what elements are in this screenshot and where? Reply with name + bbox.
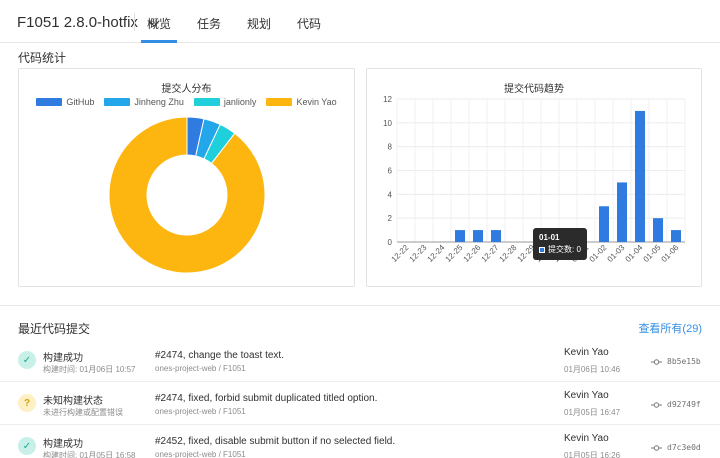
section-title-recent: 最近代码提交	[18, 322, 91, 336]
commit-row[interactable]: ? 未知构建状态 未进行构建或配置错误 #2474, fixed, forbid…	[0, 382, 720, 425]
build-status-title: 未知构建状态	[43, 396, 103, 407]
y-tick-label: 4	[388, 190, 393, 199]
commit-row[interactable]: ✓ 构建成功 构建时间: 01月06日 10:57 #2474, change …	[0, 339, 720, 382]
project-name: F1051 2.8.0-hotfix	[17, 14, 138, 31]
commit-message[interactable]: #2474, fixed, forbid submit duplicated t…	[155, 393, 377, 404]
x-tick-label: 12-22	[390, 243, 411, 264]
commit-hash[interactable]: 8b5e15b	[667, 357, 701, 366]
check-icon: ✓	[18, 437, 36, 455]
section-title-stats: 代码统计	[18, 51, 67, 65]
bar-01-02[interactable]	[599, 206, 609, 242]
commit-date: 01月06日 10:46	[564, 365, 621, 374]
tab-planning[interactable]: 规划	[241, 0, 277, 43]
commit-hash[interactable]: d92749f	[667, 400, 701, 409]
tooltip-row: 提交数: 0	[539, 244, 581, 256]
bar-12-27[interactable]	[491, 230, 501, 242]
x-tick-label: 01-03	[606, 243, 627, 264]
build-status-subtitle: 构建时间: 01月06日 10:57	[43, 365, 136, 374]
commit-message[interactable]: #2452, fixed, disable submit button if n…	[155, 436, 395, 447]
build-status-title: 构建成功	[43, 353, 83, 364]
pie-chart-card: 提交人分布 GitHub Jinheng Zhu janlionly Kevin…	[18, 68, 355, 287]
question-icon: ?	[18, 394, 36, 412]
y-tick-label: 0	[388, 238, 393, 247]
chart-tooltip: 01-01 提交数: 0	[533, 228, 587, 260]
tooltip-value: 提交数: 0	[548, 245, 581, 254]
bar-chart-card: 提交代码趋势 0 2 4 6 8 10 12 12-22 12-23 12-24 12-25 12-2…	[366, 68, 702, 287]
bar-12-26[interactable]	[473, 230, 483, 242]
check-icon: ✓	[18, 351, 36, 369]
build-status-title: 构建成功	[43, 439, 83, 450]
commit-repo: ones-project-web / F1051	[155, 364, 246, 373]
x-tick-label: 01-06	[660, 243, 681, 264]
bar-01-04[interactable]	[635, 110, 645, 242]
build-status-subtitle: 未进行构建或配置错误	[43, 408, 123, 417]
x-tick-label: 12-28	[498, 243, 519, 264]
commit-date: 01月05日 16:26	[564, 451, 621, 458]
x-tick-label: 12-24	[426, 243, 447, 264]
git-commit-icon	[651, 402, 662, 408]
x-tick-label: 12-23	[408, 243, 429, 264]
project-selector[interactable]: F1051 2.8.0-hotfix	[17, 14, 160, 31]
commit-repo: ones-project-web / F1051	[155, 450, 246, 458]
git-commit-icon	[651, 445, 662, 451]
git-commit-icon	[651, 359, 662, 365]
view-all-link[interactable]: 查看所有(29)	[638, 320, 702, 336]
commit-message[interactable]: #2474, change the toast text.	[155, 350, 284, 361]
tooltip-swatch	[539, 246, 545, 253]
pie-chart	[108, 116, 266, 274]
x-tick-label: 12-27	[480, 243, 501, 264]
tab-tasks[interactable]: 任务	[191, 0, 227, 43]
tab-overview[interactable]: 概览	[141, 0, 178, 43]
commit-date: 01月05日 16:47	[564, 408, 621, 417]
section-divider	[0, 305, 720, 306]
commit-repo: ones-project-web / F1051	[155, 407, 246, 416]
pie-slice-kevin-yao[interactable]	[108, 116, 266, 274]
commit-author: Kevin Yao	[564, 347, 609, 358]
top-bar: F1051 2.8.0-hotfix 概览 任务 规划 代码	[0, 0, 720, 43]
header-divider	[134, 13, 135, 31]
commit-author: Kevin Yao	[564, 433, 609, 444]
tab-code[interactable]: 代码	[291, 0, 327, 43]
bar-01-03[interactable]	[617, 182, 627, 242]
x-tick-label: 01-02	[588, 243, 609, 264]
x-tick-label: 01-04	[624, 243, 645, 264]
commit-hash[interactable]: d7c3e0d	[667, 443, 701, 452]
y-tick-label: 8	[388, 143, 393, 152]
y-tick-label: 12	[383, 95, 392, 104]
commit-row[interactable]: ✓ 构建成功 构建时间: 01月05日 16:58 #2452, fixed, …	[0, 425, 720, 458]
x-tick-label: 12-26	[462, 243, 483, 264]
tab-bar: 概览 任务 规划 代码	[141, 0, 341, 43]
x-tick-label: 12-25	[444, 243, 465, 264]
x-tick-label: 01-05	[642, 243, 663, 264]
bar-12-25[interactable]	[455, 230, 465, 242]
y-tick-label: 6	[388, 167, 393, 176]
build-status-subtitle: 构建时间: 01月05日 16:58	[43, 451, 136, 458]
bar-01-05[interactable]	[653, 218, 663, 242]
y-tick-label: 10	[383, 119, 392, 128]
tooltip-date: 01-01	[539, 233, 560, 242]
bar-01-06[interactable]	[671, 230, 681, 242]
commit-author: Kevin Yao	[564, 390, 609, 401]
y-tick-label: 2	[388, 214, 393, 223]
